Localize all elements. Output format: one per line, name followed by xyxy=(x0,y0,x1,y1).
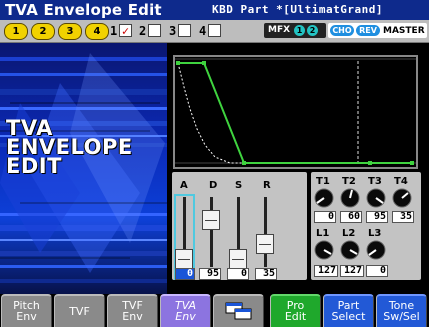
knob-label-l3: L3 xyxy=(368,228,382,239)
t3-value[interactable]: 95 xyxy=(366,211,388,223)
cho-pill[interactable]: CHO xyxy=(330,25,354,36)
adsr-slider-panel: A D S R 0 95 0 35 xyxy=(172,172,307,280)
mfx-indicator[interactable]: MFX 1 2 xyxy=(264,23,326,38)
sustain-value[interactable]: 0 xyxy=(227,268,249,280)
knob-label-t3: T3 xyxy=(368,176,382,187)
tone-3-checkbox[interactable] xyxy=(178,24,191,37)
slider-label-s: S xyxy=(235,180,243,191)
l3-value[interactable]: 0 xyxy=(366,265,388,277)
knob-label-l2: L2 xyxy=(342,228,356,239)
knob-label-t1: T1 xyxy=(316,176,330,187)
slider-thumb-release[interactable] xyxy=(256,234,274,254)
time-level-knob-panel: T1 T2 T3 T4 0 60 95 35 L1 L2 L3 127 127 … xyxy=(311,172,421,280)
decay-value[interactable]: 95 xyxy=(199,268,221,280)
tone-3-number: 3 xyxy=(169,24,177,38)
slider-label-a: A xyxy=(180,180,188,191)
background-art: TVA ENVELOPE EDIT xyxy=(0,43,167,294)
master-label: MASTER xyxy=(383,26,425,36)
part-button-1[interactable]: 1 xyxy=(4,23,28,40)
mfx-pill-2: 2 xyxy=(307,25,318,36)
slider-track-decay xyxy=(210,197,213,267)
t1-value[interactable]: 0 xyxy=(314,211,336,223)
slider-thumb-sustain[interactable] xyxy=(229,249,247,269)
t4-value[interactable]: 35 xyxy=(392,211,414,223)
knob-t4[interactable] xyxy=(392,188,412,208)
part-info: KBD Part *[UltimatGrand] xyxy=(212,3,383,16)
tab-pro-edit[interactable]: Pro Edit xyxy=(270,294,321,327)
knob-t1[interactable] xyxy=(314,188,334,208)
knob-t2[interactable] xyxy=(340,188,360,208)
tab-part-select[interactable]: Part Select xyxy=(323,294,374,327)
slider-thumb-decay[interactable] xyxy=(202,210,220,230)
slider-thumb-attack[interactable] xyxy=(175,249,193,269)
knob-t3[interactable] xyxy=(366,188,386,208)
release-value[interactable]: 35 xyxy=(255,268,277,280)
fx-indicator: CHO REV MASTER xyxy=(328,23,427,38)
mfx-label: MFX xyxy=(268,25,291,35)
slider-track-release xyxy=(264,197,267,267)
l2-value[interactable]: 127 xyxy=(340,265,364,277)
title-bar: TVA Envelope Edit KBD Part *[UltimatGran… xyxy=(0,0,429,20)
tone-1-checkbox[interactable]: ✓ xyxy=(119,24,132,37)
bottom-tab-bar: Pitch Env TVF TVF Env TVA Env Pro Edit P… xyxy=(0,294,429,327)
knob-label-t4: T4 xyxy=(394,176,408,187)
check-icon: ✓ xyxy=(121,24,130,38)
knob-l2[interactable] xyxy=(340,240,360,260)
slider-label-d: D xyxy=(209,180,218,191)
part-button-3[interactable]: 3 xyxy=(58,23,82,40)
tab-tone-sw-sel[interactable]: Tone Sw/Sel xyxy=(376,294,427,327)
envelope-curve xyxy=(175,58,416,165)
knob-label-t2: T2 xyxy=(342,176,356,187)
l1-value[interactable]: 127 xyxy=(314,265,338,277)
tab-tvf[interactable]: TVF xyxy=(54,294,105,327)
rev-pill[interactable]: REV xyxy=(356,25,380,36)
knob-l3[interactable] xyxy=(366,240,386,260)
window-icon xyxy=(225,302,251,320)
tab-tva-env[interactable]: TVA Env xyxy=(160,294,211,327)
page-title: TVA ENVELOPE EDIT xyxy=(6,116,133,178)
part-toolbar: 1 2 3 4 1 ✓ 2 3 4 MFX 1 2 CHO REV MASTER xyxy=(0,20,429,43)
t2-value[interactable]: 60 xyxy=(340,211,362,223)
tone-2-number: 2 xyxy=(139,24,147,38)
knob-label-l1: L1 xyxy=(316,228,330,239)
tab-pitch-env[interactable]: Pitch Env xyxy=(1,294,52,327)
part-button-4[interactable]: 4 xyxy=(85,23,109,40)
knob-l1[interactable] xyxy=(314,240,334,260)
tab-tvf-env[interactable]: TVF Env xyxy=(107,294,158,327)
tone-1-number: 1 xyxy=(110,24,118,38)
envelope-graph[interactable] xyxy=(173,55,418,169)
page-title-bar-text: TVA Envelope Edit xyxy=(5,1,162,19)
tone-2-checkbox[interactable] xyxy=(148,24,161,37)
attack-value[interactable]: 0 xyxy=(175,268,195,280)
tab-window[interactable] xyxy=(213,294,264,327)
tone-4-checkbox[interactable] xyxy=(208,24,221,37)
tone-4-number: 4 xyxy=(199,24,207,38)
part-button-2[interactable]: 2 xyxy=(31,23,55,40)
mfx-pill-1: 1 xyxy=(294,25,305,36)
slider-label-r: R xyxy=(263,180,271,191)
